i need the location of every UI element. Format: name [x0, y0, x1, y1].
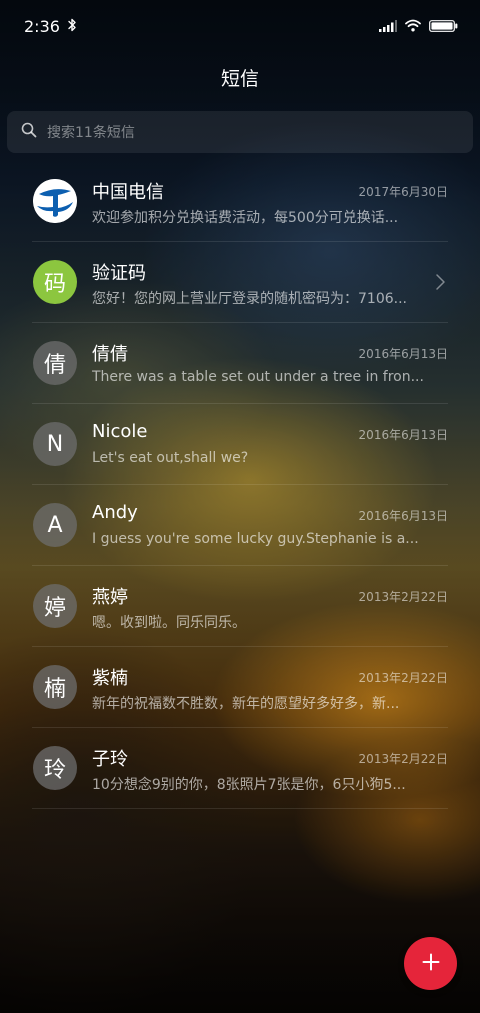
- china-telecom-logo-avatar: [33, 179, 77, 223]
- status-bar: 2:36: [0, 0, 480, 52]
- conversation-avatar: A: [33, 503, 77, 547]
- conversation-avatar: 玲: [33, 746, 77, 790]
- conversation-name: 紫楠: [92, 668, 128, 689]
- conversation-name: 倩倩: [92, 344, 128, 365]
- conversation-date: 2013年2月22日: [358, 671, 448, 685]
- search-input[interactable]: 搜索11条短信: [7, 111, 473, 153]
- conversation-avatar: 婷: [33, 584, 77, 628]
- conversation-name: Nicole: [92, 421, 148, 442]
- search-placeholder: 搜索11条短信: [47, 125, 135, 141]
- conversation-avatar: N: [33, 422, 77, 466]
- conversation-item-yanting[interactable]: 婷 燕婷 2013年2月22日 嗯。收到啦。同乐同乐。: [32, 566, 448, 647]
- conversation-name: 中国电信: [92, 182, 164, 203]
- conversation-date: 2013年2月22日: [358, 590, 448, 604]
- conversation-list: 中国电信 2017年6月30日 欢迎参加积分兑换话费活动，每500分可兑换话..…: [0, 161, 480, 809]
- conversation-avatar: 楠: [33, 665, 77, 709]
- search-icon: [21, 122, 37, 142]
- conversation-preview: 欢迎参加积分兑换话费活动，每500分可兑换话...: [92, 210, 399, 226]
- conversation-preview: 10分想念9别的你，8张照片7张是你，6只小狗5...: [92, 777, 406, 793]
- signal-icon: [379, 17, 397, 36]
- conversation-preview: 嗯。收到啦。同乐同乐。: [92, 615, 246, 631]
- conversation-item-andy[interactable]: A Andy 2016年6月13日 I guess you're some lu…: [32, 485, 448, 566]
- conversation-item-nicole[interactable]: N Nicole 2016年6月13日 Let's eat out,shall …: [32, 404, 448, 485]
- new-message-button[interactable]: [404, 937, 457, 990]
- conversation-preview: Let's eat out,shall we?: [92, 450, 249, 466]
- battery-icon: [429, 17, 458, 36]
- chevron-right-icon: [432, 273, 448, 291]
- conversation-date: 2016年6月13日: [358, 347, 448, 361]
- conversation-name: Andy: [92, 502, 138, 523]
- conversation-preview: 新年的祝福数不胜数，新年的愿望好多好多，新...: [92, 696, 400, 712]
- conversation-name: 验证码: [92, 263, 146, 284]
- conversation-preview: I guess you're some lucky guy.Stephanie …: [92, 531, 419, 547]
- conversation-name: 燕婷: [92, 587, 128, 608]
- conversation-item-zinan[interactable]: 楠 紫楠 2013年2月22日 新年的祝福数不胜数，新年的愿望好多好多，新...: [32, 647, 448, 728]
- bluetooth-icon: [68, 17, 77, 36]
- page-header: 短信: [0, 52, 480, 102]
- conversation-avatar: 倩: [33, 341, 77, 385]
- conversation-preview: There was a table set out under a tree i…: [92, 369, 424, 385]
- wifi-icon: [405, 17, 421, 36]
- conversation-item-verification-code[interactable]: 码 验证码 您好！您的网上营业厅登录的随机密码为：7106...: [32, 242, 448, 323]
- conversation-date: 2016年6月13日: [358, 428, 448, 442]
- conversation-date: 2016年6月13日: [358, 509, 448, 523]
- conversation-item-ziling[interactable]: 玲 子玲 2013年2月22日 10分想念9别的你，8张照片7张是你，6只小狗5…: [32, 728, 448, 809]
- status-time: 2:36: [24, 16, 60, 36]
- conversation-date: 2013年2月22日: [358, 752, 448, 766]
- conversation-item-qianqian[interactable]: 倩 倩倩 2016年6月13日 There was a table set ou…: [32, 323, 448, 404]
- plus-icon: [422, 953, 440, 975]
- conversation-date: 2017年6月30日: [358, 185, 448, 199]
- conversation-avatar: 码: [33, 260, 77, 304]
- page-title: 短信: [220, 67, 259, 90]
- conversation-item-china-telecom[interactable]: 中国电信 2017年6月30日 欢迎参加积分兑换话费活动，每500分可兑换话..…: [32, 161, 448, 242]
- conversation-name: 子玲: [92, 749, 128, 770]
- conversation-preview: 您好！您的网上营业厅登录的随机密码为：7106...: [92, 291, 407, 307]
